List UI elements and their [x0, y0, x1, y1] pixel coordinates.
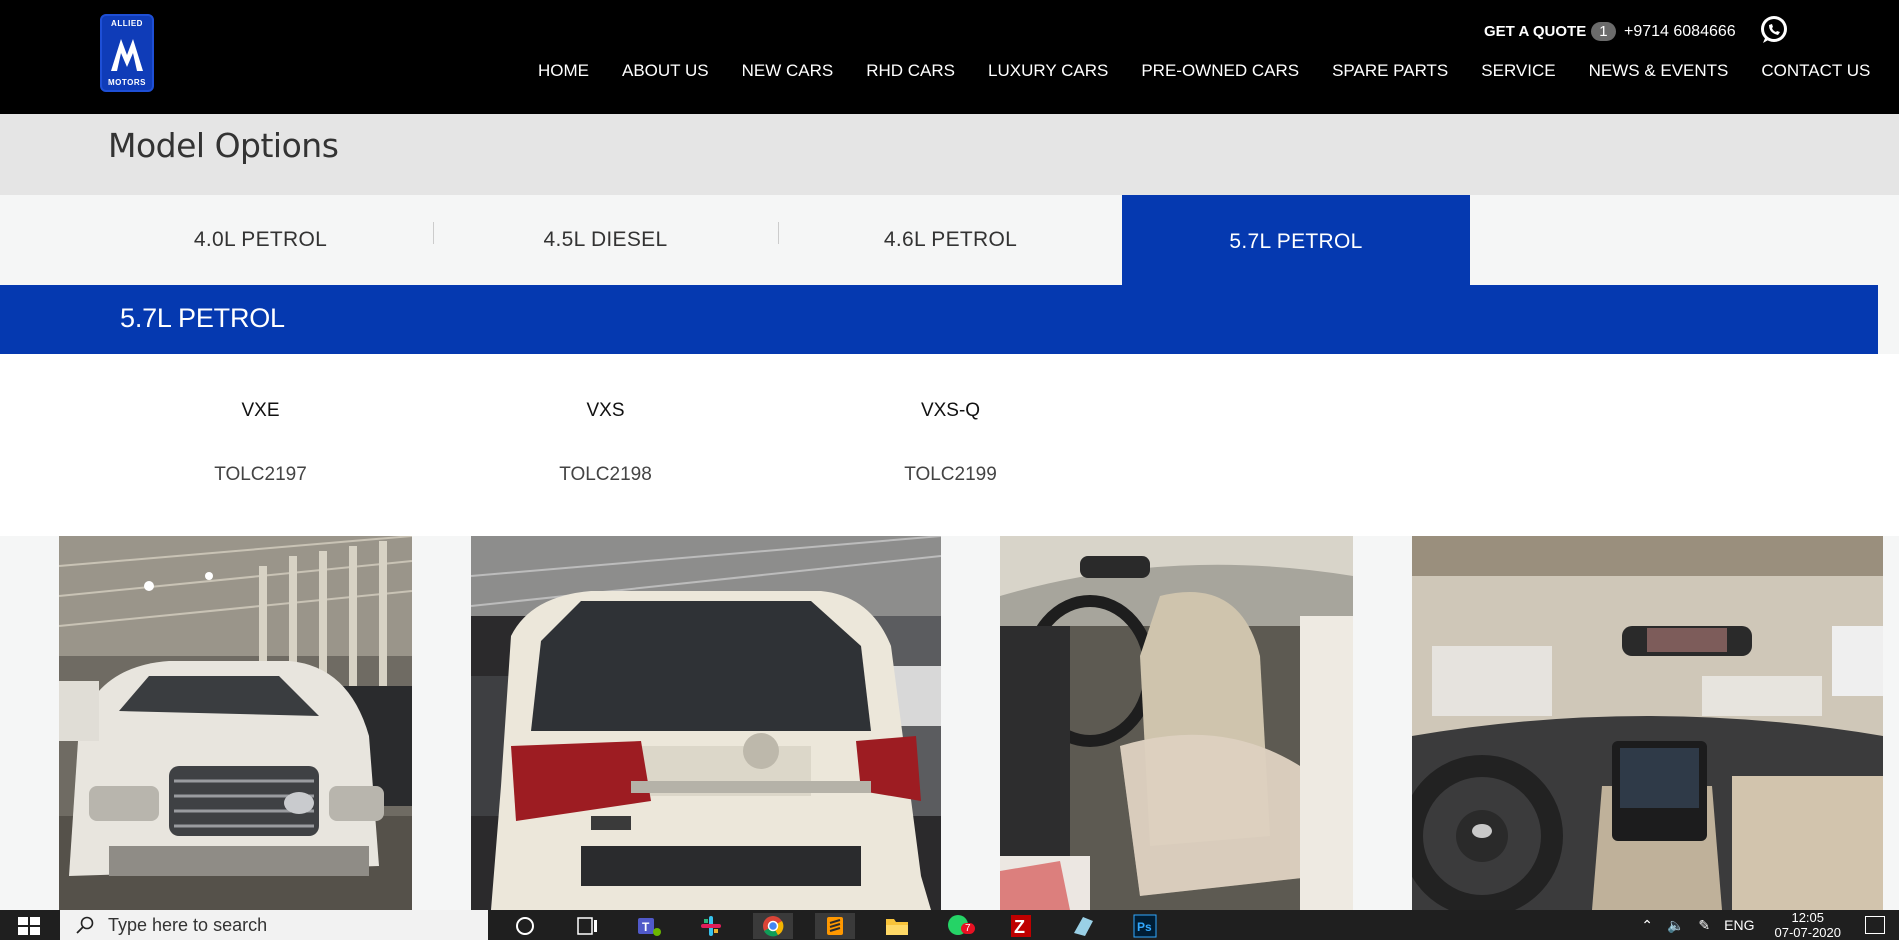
- nav-service[interactable]: SERVICE: [1481, 61, 1555, 81]
- front-seat-interior-photo[interactable]: [1000, 536, 1353, 910]
- model-options-band: Model Options: [0, 114, 1899, 195]
- main-nav: HOME ABOUT US NEW CARS RHD CARS LUXURY C…: [538, 61, 1870, 81]
- whatsapp-badge: 7: [961, 923, 975, 934]
- quote-count-badge: 1: [1591, 22, 1616, 41]
- tab-4-0l-petrol[interactable]: 4.0L PETROL: [88, 195, 433, 285]
- windows-start-icon[interactable]: [18, 917, 40, 935]
- model-name: VXS-Q: [920, 400, 981, 421]
- model-name: VXS: [586, 400, 625, 421]
- svg-text:Z: Z: [1014, 917, 1025, 937]
- get-quote-button[interactable]: GET A QUOTE 1: [1484, 22, 1616, 41]
- teams-icon[interactable]: T: [629, 913, 669, 939]
- task-view-icon[interactable]: [567, 913, 607, 939]
- slack-icon[interactable]: [691, 913, 731, 939]
- front-exterior-photo[interactable]: [59, 536, 412, 910]
- logo-bottom-text: MOTORS: [108, 78, 146, 87]
- svg-text:T: T: [642, 920, 650, 934]
- nav-home[interactable]: HOME: [538, 61, 589, 81]
- model-code: TOLC2198: [559, 464, 652, 485]
- chevron-up-icon[interactable]: ⌃: [1641, 917, 1653, 934]
- search-icon: [76, 916, 94, 934]
- page-title: Model Options: [108, 126, 339, 165]
- page: ALLIED MOTORS GET A QUOTE 1 +9714 608466…: [0, 0, 1899, 940]
- taskbar-search-box[interactable]: Type here to search: [60, 910, 488, 940]
- tab-4-6l-petrol[interactable]: 4.6L PETROL: [778, 195, 1123, 285]
- model-item-vxs-q[interactable]: VXS-Q TOLC2199: [778, 354, 1123, 486]
- variant-header: 5.7L PETROL: [0, 285, 1878, 354]
- model-code: TOLC2197: [214, 464, 307, 485]
- whatsapp-icon[interactable]: [1758, 14, 1790, 46]
- svg-text:Ps: Ps: [1137, 920, 1152, 934]
- model-item-vxe[interactable]: VXE TOLC2197: [88, 354, 433, 486]
- windows-taskbar: Type here to search T 7 Z Ps ⌃ 🔈 ✎ ENG 1…: [0, 910, 1899, 940]
- site-header: ALLIED MOTORS GET A QUOTE 1 +9714 608466…: [0, 0, 1899, 114]
- tab-5-7l-petrol[interactable]: 5.7L PETROL: [1122, 195, 1470, 285]
- phone-number-link[interactable]: +9714 6084666: [1624, 23, 1736, 41]
- language-indicator[interactable]: ENG: [1724, 917, 1754, 933]
- dashboard-interior-photo[interactable]: [1412, 536, 1883, 910]
- clock[interactable]: 12:05 07-07-2020: [1775, 910, 1842, 940]
- nav-rhd-cars[interactable]: RHD CARS: [866, 61, 955, 81]
- get-quote-label: GET A QUOTE: [1484, 23, 1587, 40]
- engine-tabs: 4.0L PETROL 4.5L DIESEL 4.6L PETROL 5.7L…: [0, 195, 1899, 285]
- clock-time: 12:05: [1791, 910, 1825, 925]
- photoshop-icon[interactable]: Ps: [1125, 913, 1165, 939]
- allied-motors-logo[interactable]: ALLIED MOTORS: [100, 14, 154, 92]
- nav-spare-parts[interactable]: SPARE PARTS: [1332, 61, 1448, 81]
- nav-new-cars[interactable]: NEW CARS: [742, 61, 834, 81]
- clock-date: 07-07-2020: [1774, 925, 1842, 940]
- nav-luxury-cars[interactable]: LUXURY CARS: [988, 61, 1108, 81]
- logo-mark-icon: [111, 39, 143, 71]
- file-explorer-icon[interactable]: [877, 913, 917, 939]
- volume-icon[interactable]: 🔈: [1667, 917, 1684, 934]
- pen-icon[interactable]: ✎: [1698, 917, 1710, 934]
- nav-news-events[interactable]: NEWS & EVENTS: [1589, 61, 1729, 81]
- system-tray: ⌃ 🔈 ✎ ENG 12:05 07-07-2020: [1641, 910, 1899, 940]
- tab-4-5l-diesel[interactable]: 4.5L DIESEL: [433, 195, 778, 285]
- nav-contact-us[interactable]: CONTACT US: [1761, 61, 1870, 81]
- nav-pre-owned-cars[interactable]: PRE-OWNED CARS: [1141, 61, 1299, 81]
- variant-title: 5.7L PETROL: [120, 303, 285, 333]
- model-name: VXE: [241, 400, 280, 421]
- model-item-vxs[interactable]: VXS TOLC2198: [433, 354, 778, 486]
- notification-icon[interactable]: [1865, 916, 1885, 934]
- filezilla-icon[interactable]: Z: [1001, 913, 1041, 939]
- whatsapp-taskbar-icon[interactable]: 7: [939, 913, 979, 939]
- photo-gallery: [0, 536, 1899, 910]
- nav-about-us[interactable]: ABOUT US: [622, 61, 709, 81]
- sublime-icon[interactable]: [815, 913, 855, 939]
- model-code: TOLC2199: [904, 464, 997, 485]
- taskbar-apps: T 7 Z Ps: [505, 913, 1187, 939]
- logo-top-text: ALLIED: [111, 19, 143, 28]
- chrome-icon[interactable]: [753, 913, 793, 939]
- rear-exterior-photo[interactable]: [471, 536, 941, 910]
- search-placeholder: Type here to search: [108, 914, 268, 935]
- notepad-icon[interactable]: [1063, 913, 1103, 939]
- model-list: VXE TOLC2197 VXS TOLC2198 VXS-Q TOLC2199: [0, 354, 1899, 536]
- cortana-icon[interactable]: [505, 913, 545, 939]
